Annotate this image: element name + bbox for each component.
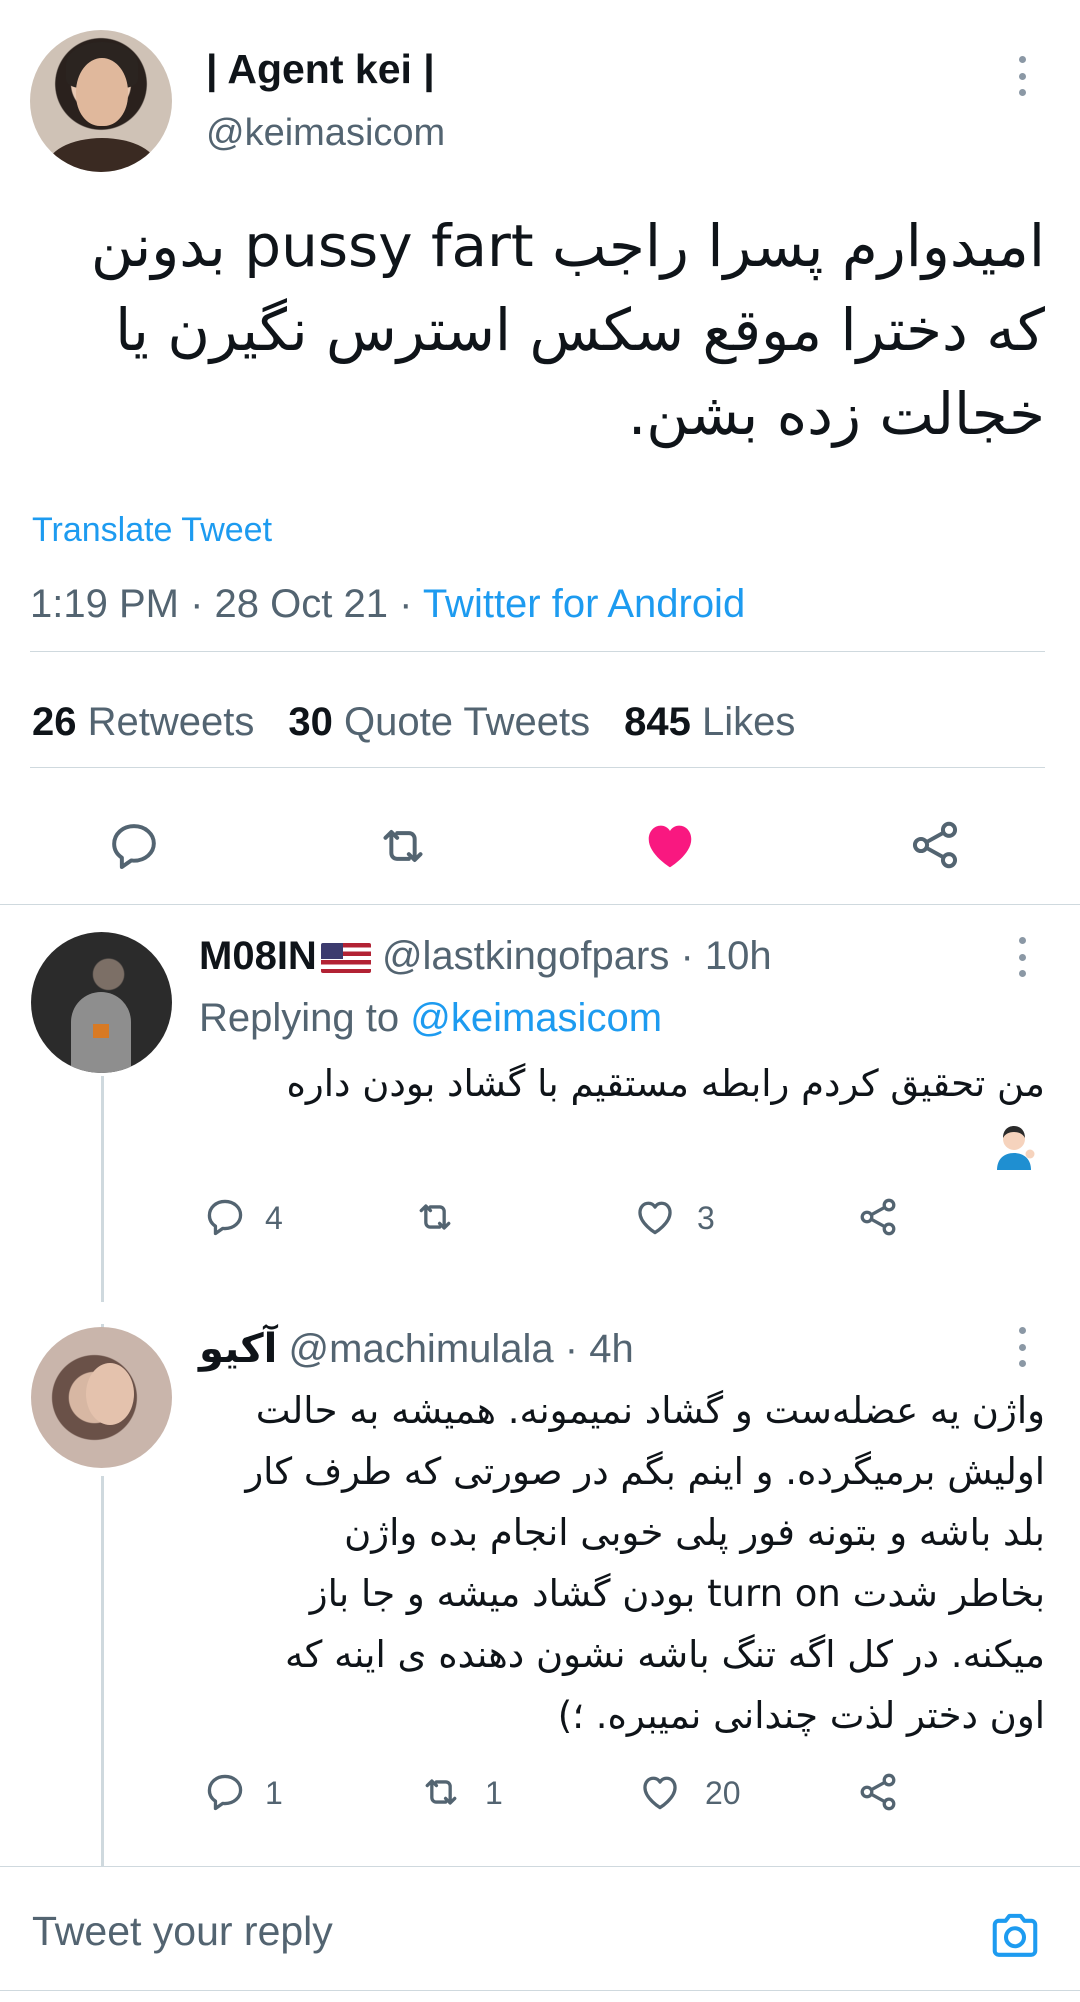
tweet-text-line: امیدوارم پسرا راجب pussy fart بدونن: [90, 212, 1045, 280]
replying-to-mention[interactable]: @keimasicom: [410, 996, 662, 1040]
replying-to-label: Replying to: [199, 996, 400, 1040]
tweet-time[interactable]: 1:19 PM: [30, 582, 179, 626]
quote-tweets-stat[interactable]: 30 Quote Tweets: [288, 700, 590, 744]
reply-text-line: اولیش برمیگرده. و اینم بگم در صورتی که ط…: [245, 1450, 1045, 1493]
replying-to: Replying to @keimasicom: [199, 996, 662, 1041]
divider: [0, 904, 1080, 905]
avatar-shirt-logo: [93, 1024, 109, 1038]
tweet-text: امیدوارم پسرا راجب pussy fart بدونن که د…: [30, 204, 1045, 456]
reply-text-line: من تحقیق کردم رابطه مستقیم با گشاد بودن …: [286, 1062, 1045, 1105]
avatar-shoulder: [46, 138, 158, 172]
reply-text-line: واژن یه عضله‌ست و گشاد نمیمونه. همیشه به…: [255, 1389, 1045, 1432]
tweet-stats: 26 Retweets 30 Quote Tweets 845 Likes: [32, 700, 795, 745]
reply-icon[interactable]: [203, 1195, 247, 1239]
author-avatar[interactable]: [30, 30, 172, 172]
avatar-face: [76, 58, 128, 126]
reply-text-line: بلد باشه و بتونه فور پلی خوبی انجام بده …: [344, 1511, 1045, 1554]
reply-text-line: اون دختر لذت چندانی نمیبره. ؛): [557, 1694, 1045, 1737]
liked-heart-icon[interactable]: [640, 816, 700, 874]
reply-author-line: M08IN @lastkingofpars · 10h: [199, 934, 772, 979]
divider: [0, 1990, 1080, 1991]
meta-separator: ·: [399, 582, 413, 626]
divider: [30, 767, 1045, 768]
avatar-face: [86, 1363, 134, 1425]
retweets-stat[interactable]: 26 Retweets: [32, 700, 254, 744]
like-icon[interactable]: [637, 1770, 683, 1814]
meta-separator: ·: [680, 934, 694, 978]
us-flag-icon: [320, 943, 371, 974]
tweet-text-line: که دخترا موقع سکس استرس نگیرن یا: [115, 296, 1045, 364]
divider: [0, 1866, 1080, 1867]
reply-handle[interactable]: @lastkingofpars: [382, 934, 669, 978]
reply-count: 4: [265, 1200, 283, 1236]
likes-stat[interactable]: 845 Likes: [624, 700, 795, 744]
reply-input[interactable]: [32, 1908, 732, 1955]
reply-text-line: میکنه. در کل اگه تنگ باشه نشون دهنده ی ا…: [284, 1633, 1045, 1676]
reply-avatar[interactable]: [31, 932, 172, 1073]
more-options-icon[interactable]: [1010, 937, 1034, 977]
thread-line: [101, 1076, 104, 1302]
reply-icon[interactable]: [203, 1770, 247, 1814]
reply-text: من تحقیق کردم رابطه مستقیم با گشاد بودن …: [286, 1053, 1045, 1114]
tweet-date[interactable]: 28 Oct 21: [215, 582, 388, 626]
reply-text: واژن یه عضله‌ست و گشاد نمیمونه. همیشه به…: [245, 1380, 1045, 1746]
more-options-icon[interactable]: [1010, 1327, 1034, 1367]
more-options-icon[interactable]: [1010, 56, 1034, 96]
like-count: 20: [705, 1775, 741, 1811]
reply-age[interactable]: 4h: [589, 1327, 634, 1371]
author-handle[interactable]: @keimasicom: [206, 112, 445, 155]
reply-author-line: آکیو @machimulala · 4h: [199, 1326, 634, 1372]
divider: [30, 651, 1045, 652]
camera-icon[interactable]: [988, 1910, 1042, 1960]
retweet-icon[interactable]: [373, 818, 433, 874]
tweet-text-line: خجالت زده بشن.: [627, 380, 1045, 448]
tweet-source-link[interactable]: Twitter for Android: [423, 582, 745, 626]
like-icon[interactable]: [632, 1195, 678, 1239]
retweet-icon[interactable]: [411, 1195, 459, 1239]
thread-line: [101, 1476, 104, 1866]
translate-tweet-link[interactable]: Translate Tweet: [32, 511, 272, 550]
tweet-meta: 1:19 PM · 28 Oct 21 · Twitter for Androi…: [30, 582, 745, 627]
reply-age[interactable]: 10h: [705, 934, 772, 978]
meta-separator: ·: [564, 1327, 579, 1371]
share-icon[interactable]: [856, 1195, 900, 1239]
like-count: 3: [697, 1200, 715, 1236]
reply-display-name[interactable]: آکیو: [199, 1327, 277, 1371]
reply-handle[interactable]: @machimulala: [289, 1327, 554, 1371]
meta-separator: ·: [190, 582, 204, 626]
reply-avatar[interactable]: [31, 1327, 172, 1468]
author-display-name[interactable]: | Agent kei |: [206, 46, 435, 93]
person-tipping-hand-emoji: [997, 1126, 1035, 1170]
reply-display-name[interactable]: M08IN: [199, 934, 317, 978]
share-icon[interactable]: [907, 816, 963, 874]
share-icon[interactable]: [856, 1770, 900, 1814]
retweet-icon[interactable]: [417, 1770, 465, 1814]
reply-text-line: بخاطر شدت turn on بودن گشاد میشه و جا با…: [309, 1572, 1045, 1615]
retweet-count: 1: [485, 1775, 503, 1811]
reply-icon[interactable]: [106, 818, 162, 874]
reply-count: 1: [265, 1775, 283, 1811]
